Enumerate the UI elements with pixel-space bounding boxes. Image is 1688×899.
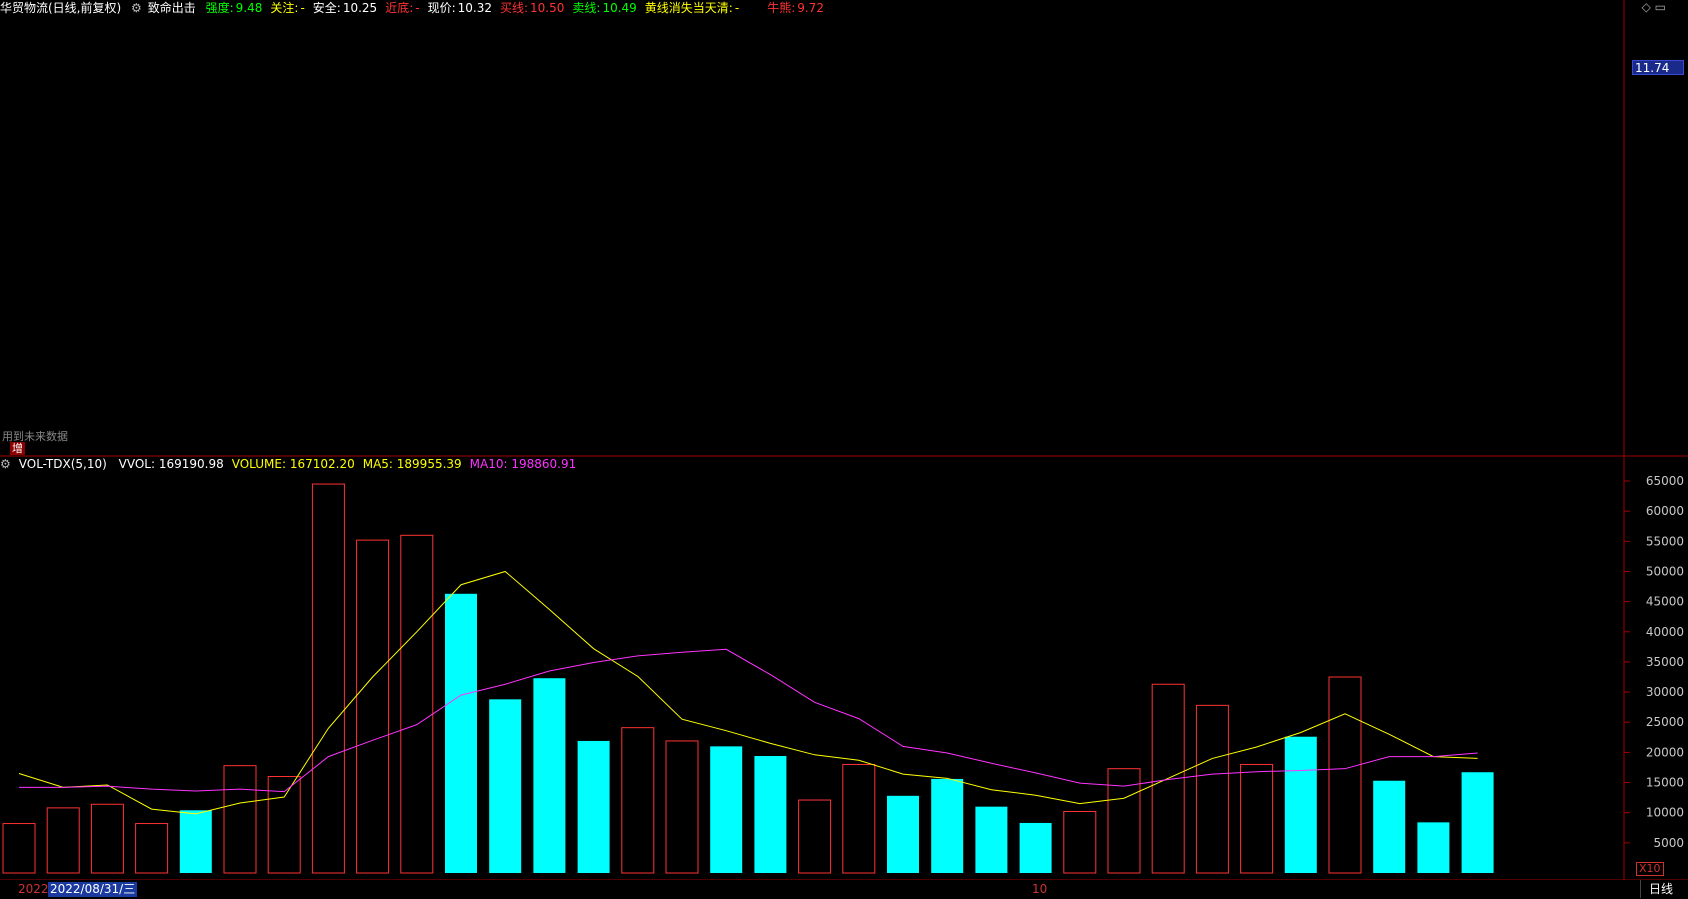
volume-bar (621, 727, 655, 874)
volume-panel-header: ⚙ VOL-TDX(5,10) VVOL: 169190.98 VOLUME: 16… (0, 456, 592, 474)
volume-tick-label: 5000 (1653, 836, 1684, 850)
title: 华贸物流(日线,前复权) (0, 1, 122, 15)
period-button[interactable]: 日线 (1640, 880, 1681, 898)
volume-bar (1019, 822, 1052, 873)
header-item-value: 9.72 (797, 1, 824, 15)
price-panel-header: 华贸物流(日线,前复权) ⚙ 致命出击 强度: 9.48 关注: - 安全: 10.25 近底… (0, 0, 1688, 18)
volume-bar (2, 823, 36, 874)
volume-ma10-line (19, 648, 1478, 793)
header-item-value: - (300, 1, 305, 15)
volume-bar (135, 823, 169, 874)
volume-tick-label: 30000 (1646, 685, 1684, 699)
diamond-icon[interactable]: ◇ (1642, 0, 1651, 14)
volume-tick-label: 60000 (1646, 504, 1684, 518)
header-item-value: 10.49 (602, 1, 637, 15)
volume-bar (665, 740, 699, 874)
volume-bar (1328, 676, 1362, 874)
volume-bar (311, 483, 345, 874)
volume-bar (1461, 772, 1494, 873)
header-item-label: 安全: (312, 1, 341, 15)
volume-values: VVOL: 169190.98 VOLUME: 167102.20 MA5: 189… (119, 457, 585, 471)
panel-controls: ◇ ▭ (1642, 0, 1666, 14)
header-item-label: 关注: (270, 1, 299, 15)
header-item-label: 现价: (427, 1, 456, 15)
zeng-label: 增 (10, 442, 25, 455)
header-item-value: 9.48 (235, 1, 263, 15)
time-axis-bar (0, 880, 1688, 899)
zoom-badge[interactable]: X10 (1636, 862, 1664, 876)
volume-tick-label: 40000 (1646, 625, 1684, 639)
gear-icon[interactable]: ⚙ (131, 1, 142, 15)
volume-bar (356, 539, 390, 874)
volume-bar (223, 765, 257, 874)
volume-bar (1284, 736, 1317, 873)
volume-indicator-name[interactable]: VOL-TDX(5,10) (19, 457, 107, 471)
gear-icon[interactable]: ⚙ (0, 457, 11, 471)
volume-bar (445, 593, 477, 873)
volume-item: MA10: 198860.91 (469, 457, 577, 471)
indicator-name[interactable]: 致命出击 (148, 1, 196, 15)
volume-tick-label: 25000 (1646, 715, 1684, 729)
volume-tick-label: 35000 (1646, 655, 1684, 669)
header-item-value: - (415, 1, 420, 15)
volume-bar (887, 795, 919, 873)
volume-tick-label: 20000 (1646, 745, 1684, 759)
header-item-label: 近底: (385, 1, 414, 15)
volume-bar (1195, 704, 1229, 874)
volume-bar (577, 740, 610, 873)
volume-bar (533, 678, 566, 873)
header-item-label: 黄线消失当天清: (644, 1, 733, 15)
header-item-label: 牛熊: (767, 1, 796, 15)
volume-bar (1417, 822, 1450, 873)
volume-tick-label: 10000 (1646, 806, 1684, 820)
volume-ma5-line (18, 570, 1478, 815)
start-year: 2022 (18, 882, 49, 896)
header-item-label: 卖线: (572, 1, 601, 15)
restore-icon[interactable]: ▭ (1655, 0, 1666, 14)
volume-bar (1373, 780, 1406, 873)
volume-bar (931, 778, 964, 873)
header-item-label: 强度: (205, 1, 234, 15)
header-item-value: - (734, 1, 740, 15)
volume-bar (46, 807, 80, 874)
header-item-value: 10.32 (457, 1, 492, 15)
stock-chart[interactable]: 12.0011.5011.0010.5010.009.509.008.508.0… (0, 0, 1688, 899)
volume-tick-label: 65000 (1646, 474, 1684, 488)
volume-bar (842, 763, 876, 874)
volume-bar (1240, 763, 1274, 874)
volume-bar (798, 799, 832, 874)
volume-tick-label: 45000 (1646, 595, 1684, 609)
month-label: 10 (1032, 882, 1048, 896)
header-item-label: 买线: (499, 1, 529, 15)
volume-tick-label: 15000 (1646, 776, 1684, 790)
indicator-values: 强度: 9.48 关注: - 安全: 10.25 近底: - 现价: 10.32 买线: 10.50 卖… (206, 1, 832, 15)
volume-bar (489, 699, 522, 873)
header-item-value: 10.25 (342, 1, 378, 15)
cursor-date: 2022/08/31/三 (48, 882, 138, 897)
current-price-tag: 11.74 (1632, 60, 1684, 75)
volume-item: VVOL: 169190.98 (118, 457, 224, 471)
volume-tick-label: 50000 (1646, 564, 1684, 578)
volume-bar (400, 534, 434, 874)
volume-bar (179, 810, 212, 873)
volume-bar (90, 803, 124, 874)
volume-bar (975, 806, 1008, 873)
volume-item: VOLUME: 167102.20 (231, 457, 355, 471)
volume-bar (710, 746, 743, 873)
volume-tick-label: 55000 (1646, 534, 1684, 548)
volume-bar (1063, 810, 1097, 874)
volume-bar (754, 756, 787, 873)
volume-item: MA5: 189955.39 (362, 457, 462, 471)
header-item-value: 10.50 (530, 1, 565, 15)
